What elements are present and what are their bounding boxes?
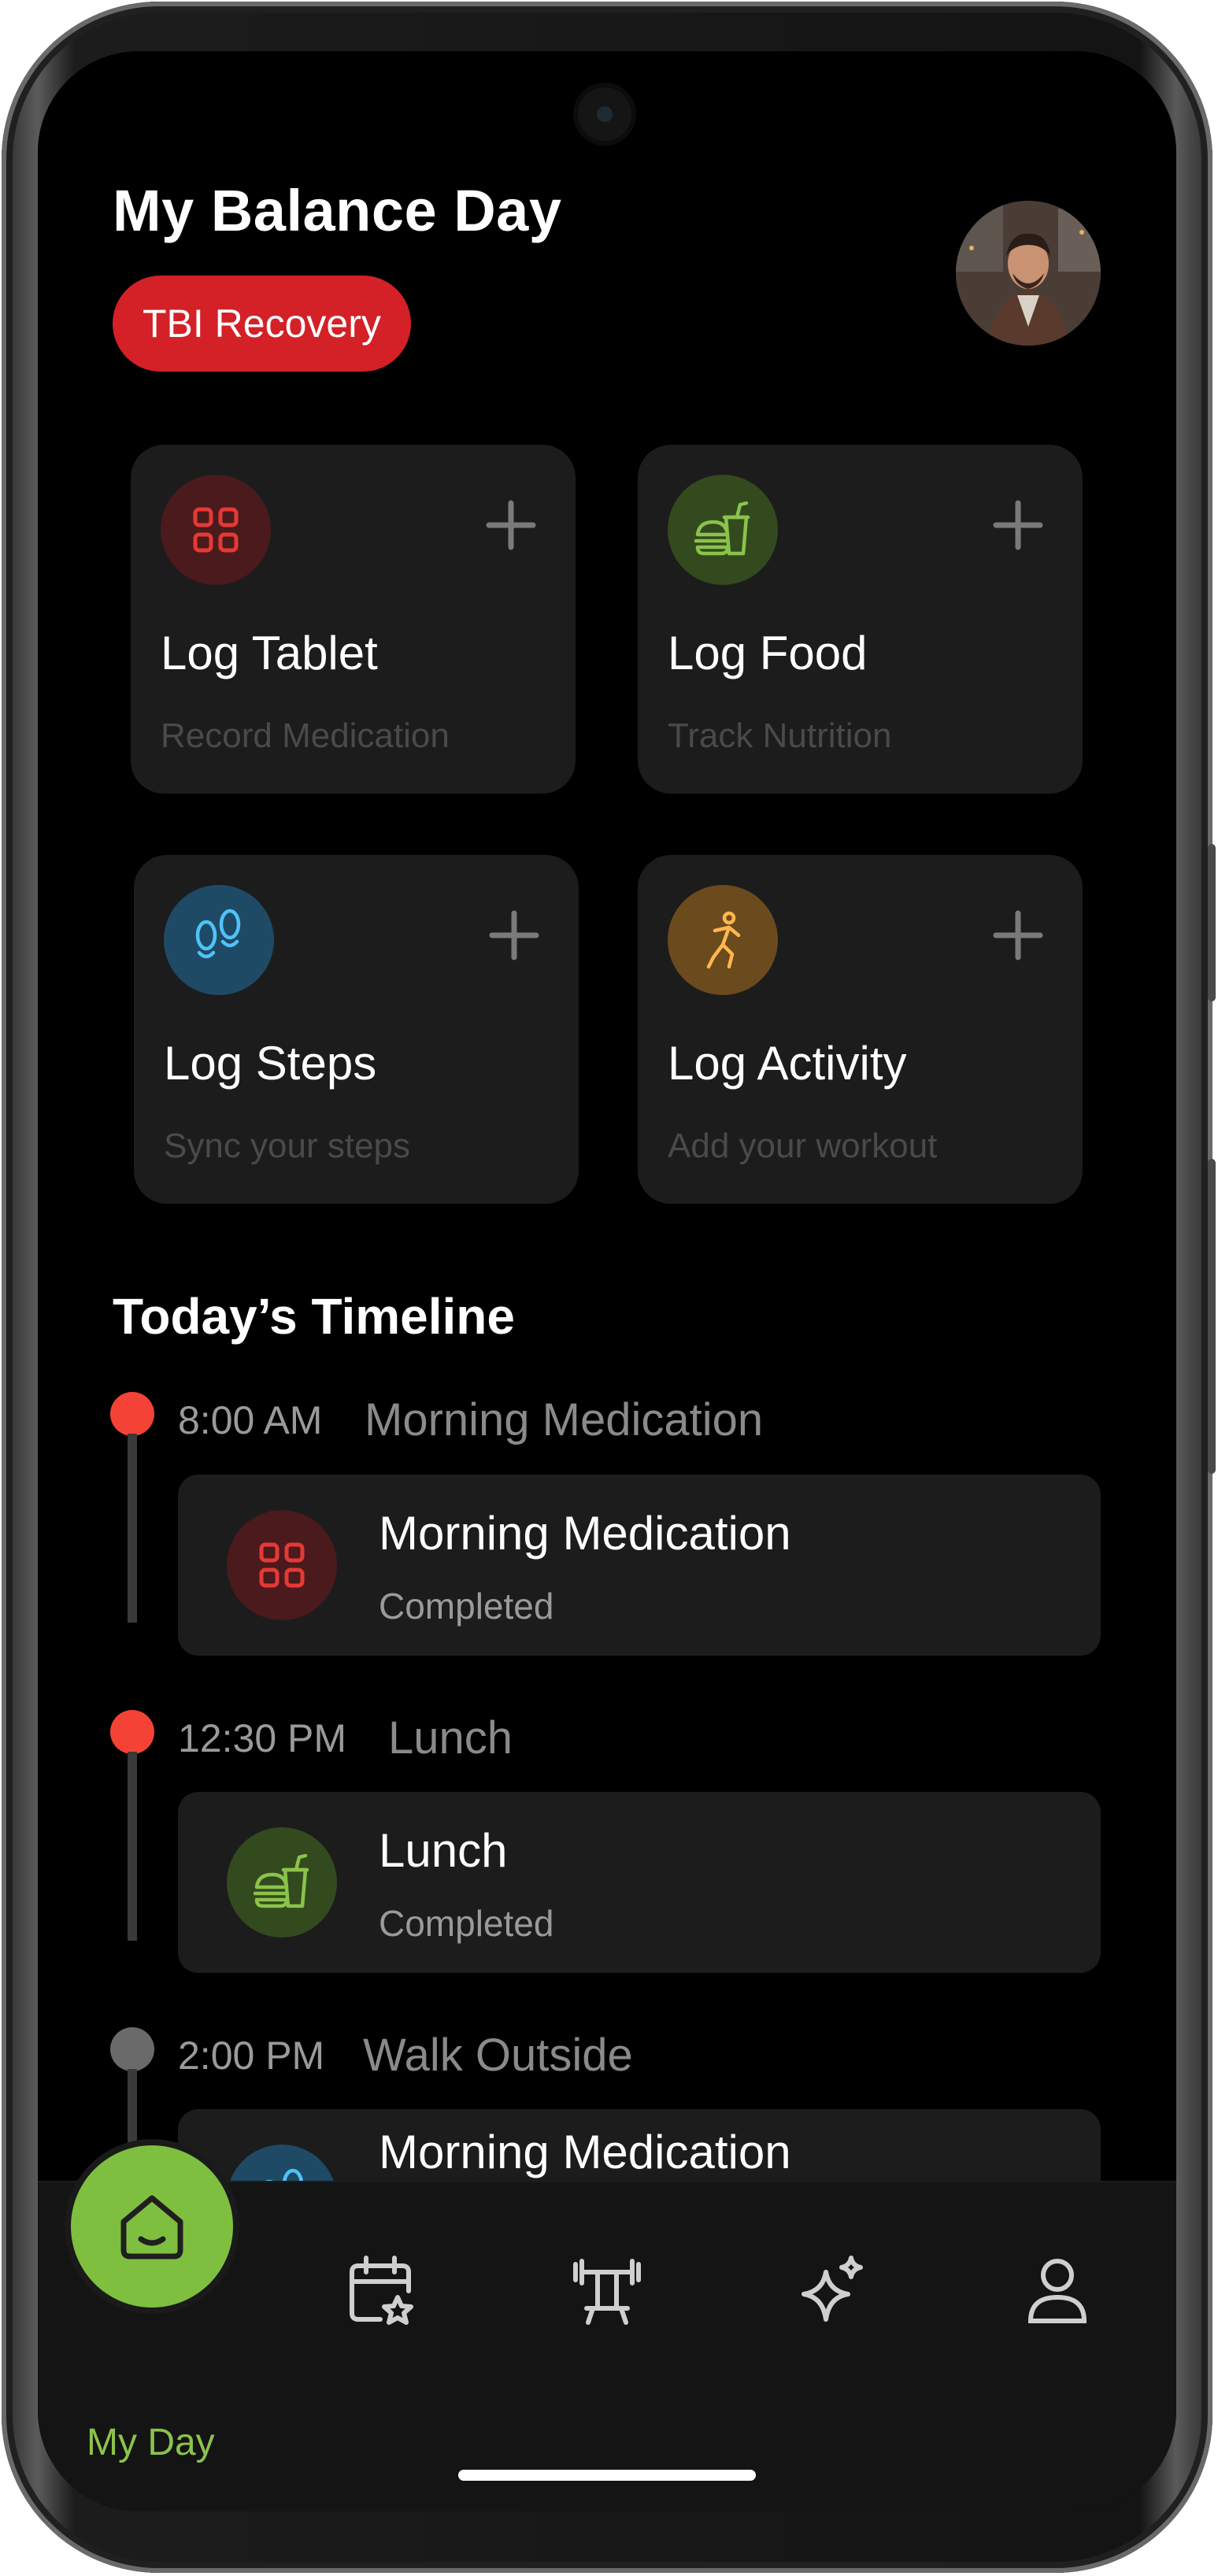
profile-icon[interactable]: [1020, 2253, 1095, 2329]
timeline-line: [128, 1434, 137, 1623]
medication-grid-icon: [161, 475, 271, 585]
timeline-time: 8:00 AM: [178, 1398, 323, 1442]
app-screen: My Balance Day TBI Recovery Log Tablet R…: [38, 51, 1176, 2511]
card-title: Log Activity: [668, 1037, 907, 1090]
power-button: [1208, 844, 1216, 1001]
card-title: Log Food: [668, 627, 868, 679]
volume-button: [1208, 1159, 1216, 1474]
add-icon[interactable]: [489, 910, 539, 960]
log-tablet-card[interactable]: Log Tablet Record Medication: [131, 445, 576, 794]
home-indicator: [458, 2470, 756, 2481]
log-food-card[interactable]: Log Food Track Nutrition: [638, 445, 1083, 794]
front-camera: [573, 83, 636, 146]
footsteps-icon: [164, 885, 274, 995]
timeline-label: Lunch: [388, 1712, 513, 1764]
timeline-card-title: Lunch: [379, 1824, 508, 1877]
timeline-label: Morning Medication: [365, 1394, 764, 1445]
timeline-dot: [110, 2027, 154, 2071]
add-icon[interactable]: [486, 500, 536, 550]
timeline-dot: [110, 1392, 154, 1436]
timeline-label: Walk Outside: [363, 2030, 633, 2081]
card-subtitle: Sync your steps: [164, 1127, 411, 1165]
card-subtitle: Track Nutrition: [668, 716, 892, 755]
sparkle-icon[interactable]: [794, 2253, 870, 2329]
calendar-star-icon[interactable]: [344, 2253, 420, 2329]
log-activity-card[interactable]: Log Activity Add your workout: [638, 855, 1083, 1204]
home-icon: [120, 2195, 183, 2260]
timeline-title: Today’s Timeline: [113, 1288, 515, 1345]
avatar-photo: [956, 201, 1101, 346]
timeline-card[interactable]: Lunch Completed: [178, 1792, 1101, 1973]
timeline-card-status: Completed: [379, 1586, 554, 1627]
condition-badge[interactable]: TBI Recovery: [113, 276, 411, 372]
timeline-card[interactable]: Morning Medication Completed: [178, 1475, 1101, 1656]
nav-label-my-day[interactable]: My Day: [87, 2421, 215, 2464]
card-title: Log Steps: [164, 1037, 377, 1090]
food-burger-drink-icon: [227, 1827, 337, 1938]
activity-person-icon: [668, 885, 778, 995]
phone-frame: My Balance Day TBI Recovery Log Tablet R…: [2, 2, 1216, 2573]
timeline-card-status: Completed: [379, 1903, 554, 1944]
my-day-home-button[interactable]: [71, 2145, 233, 2308]
card-subtitle: Record Medication: [161, 716, 450, 755]
page-title: My Balance Day: [113, 178, 562, 243]
timeline-card-title: Morning Medication: [379, 1507, 791, 1560]
timeline-line: [128, 1752, 137, 1941]
food-burger-drink-icon: [668, 475, 778, 585]
timeline-time: 2:00 PM: [178, 2034, 325, 2078]
user-avatar[interactable]: [956, 201, 1101, 346]
medication-grid-icon: [227, 1510, 337, 1620]
add-icon[interactable]: [993, 910, 1043, 960]
timeline-time: 12:30 PM: [178, 1716, 347, 1760]
timeline-card-title: Morning Medication: [379, 2126, 791, 2178]
log-steps-card[interactable]: Log Steps Sync your steps: [134, 855, 579, 1204]
card-subtitle: Add your workout: [668, 1127, 938, 1165]
add-icon[interactable]: [993, 500, 1043, 550]
workout-bench-icon[interactable]: [569, 2253, 645, 2329]
timeline-dot: [110, 1710, 154, 1754]
card-title: Log Tablet: [161, 627, 378, 679]
